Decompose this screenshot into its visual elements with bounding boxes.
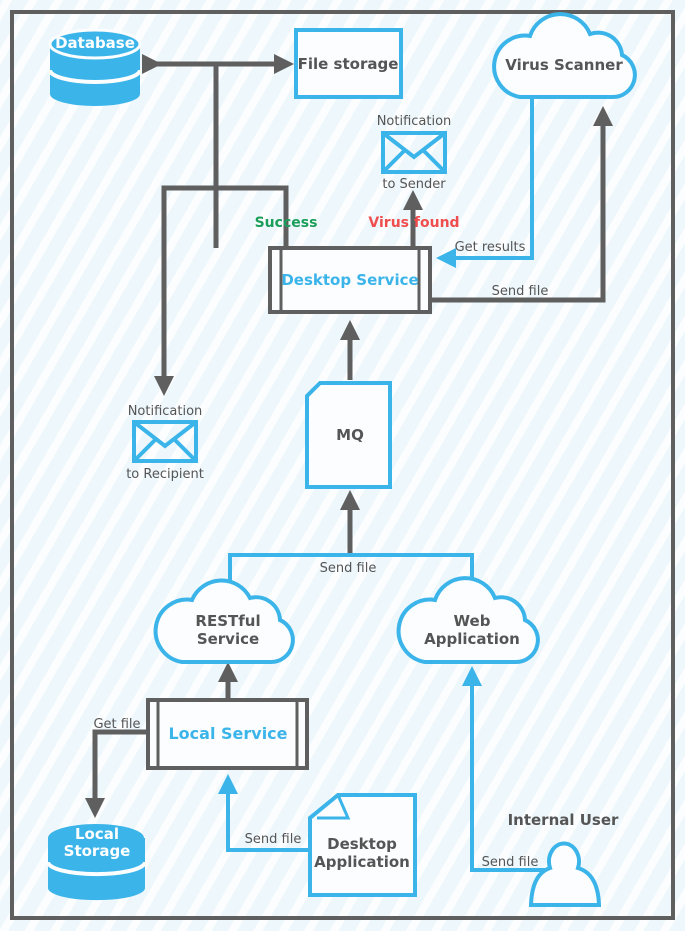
- local-service-label: Local Service: [168, 724, 287, 743]
- send-file-user-label: Send file: [482, 855, 539, 870]
- restful-label-2: Service: [197, 630, 259, 648]
- success-label: Success: [255, 215, 318, 231]
- web-app-label-2: Application: [424, 630, 520, 648]
- restful-label-1: RESTful: [195, 612, 260, 630]
- local-storage-label-1: Local: [75, 825, 119, 843]
- send-file-mq-label: Send file: [320, 561, 377, 576]
- virus-found-label: Virus found: [368, 215, 459, 231]
- local-storage-label-2: Storage: [64, 842, 131, 860]
- send-file-desktop-label: Send file: [245, 832, 302, 847]
- mq-label: MQ: [336, 426, 364, 444]
- get-file-label: Get file: [93, 717, 140, 732]
- internal-user-label: Internal User: [508, 811, 619, 829]
- desktop-service-label: Desktop Service: [281, 271, 418, 289]
- notification-recipient-top: Notification: [128, 404, 203, 419]
- envelope-icon: [381, 131, 447, 174]
- file-storage-label: File storage: [298, 55, 399, 73]
- web-app-label-1: Web: [454, 612, 491, 630]
- notification-recipient-bottom: to Recipient: [126, 467, 204, 482]
- user-icon: [528, 841, 602, 907]
- desktop-app-label-2: Application: [314, 853, 410, 871]
- send-file-scanner-label: Send file: [492, 284, 549, 299]
- get-results-label: Get results: [455, 240, 526, 255]
- virus-scanner-label: Virus Scanner: [505, 56, 623, 74]
- notification-sender-bottom: to Sender: [382, 177, 446, 192]
- desktop-app-label-1: Desktop: [327, 835, 397, 853]
- database-label: Database: [55, 34, 135, 52]
- envelope-icon: [132, 420, 198, 463]
- notification-sender-top: Notification: [377, 114, 452, 129]
- architecture-diagram: Database File storage Virus Scanner Noti…: [10, 10, 675, 920]
